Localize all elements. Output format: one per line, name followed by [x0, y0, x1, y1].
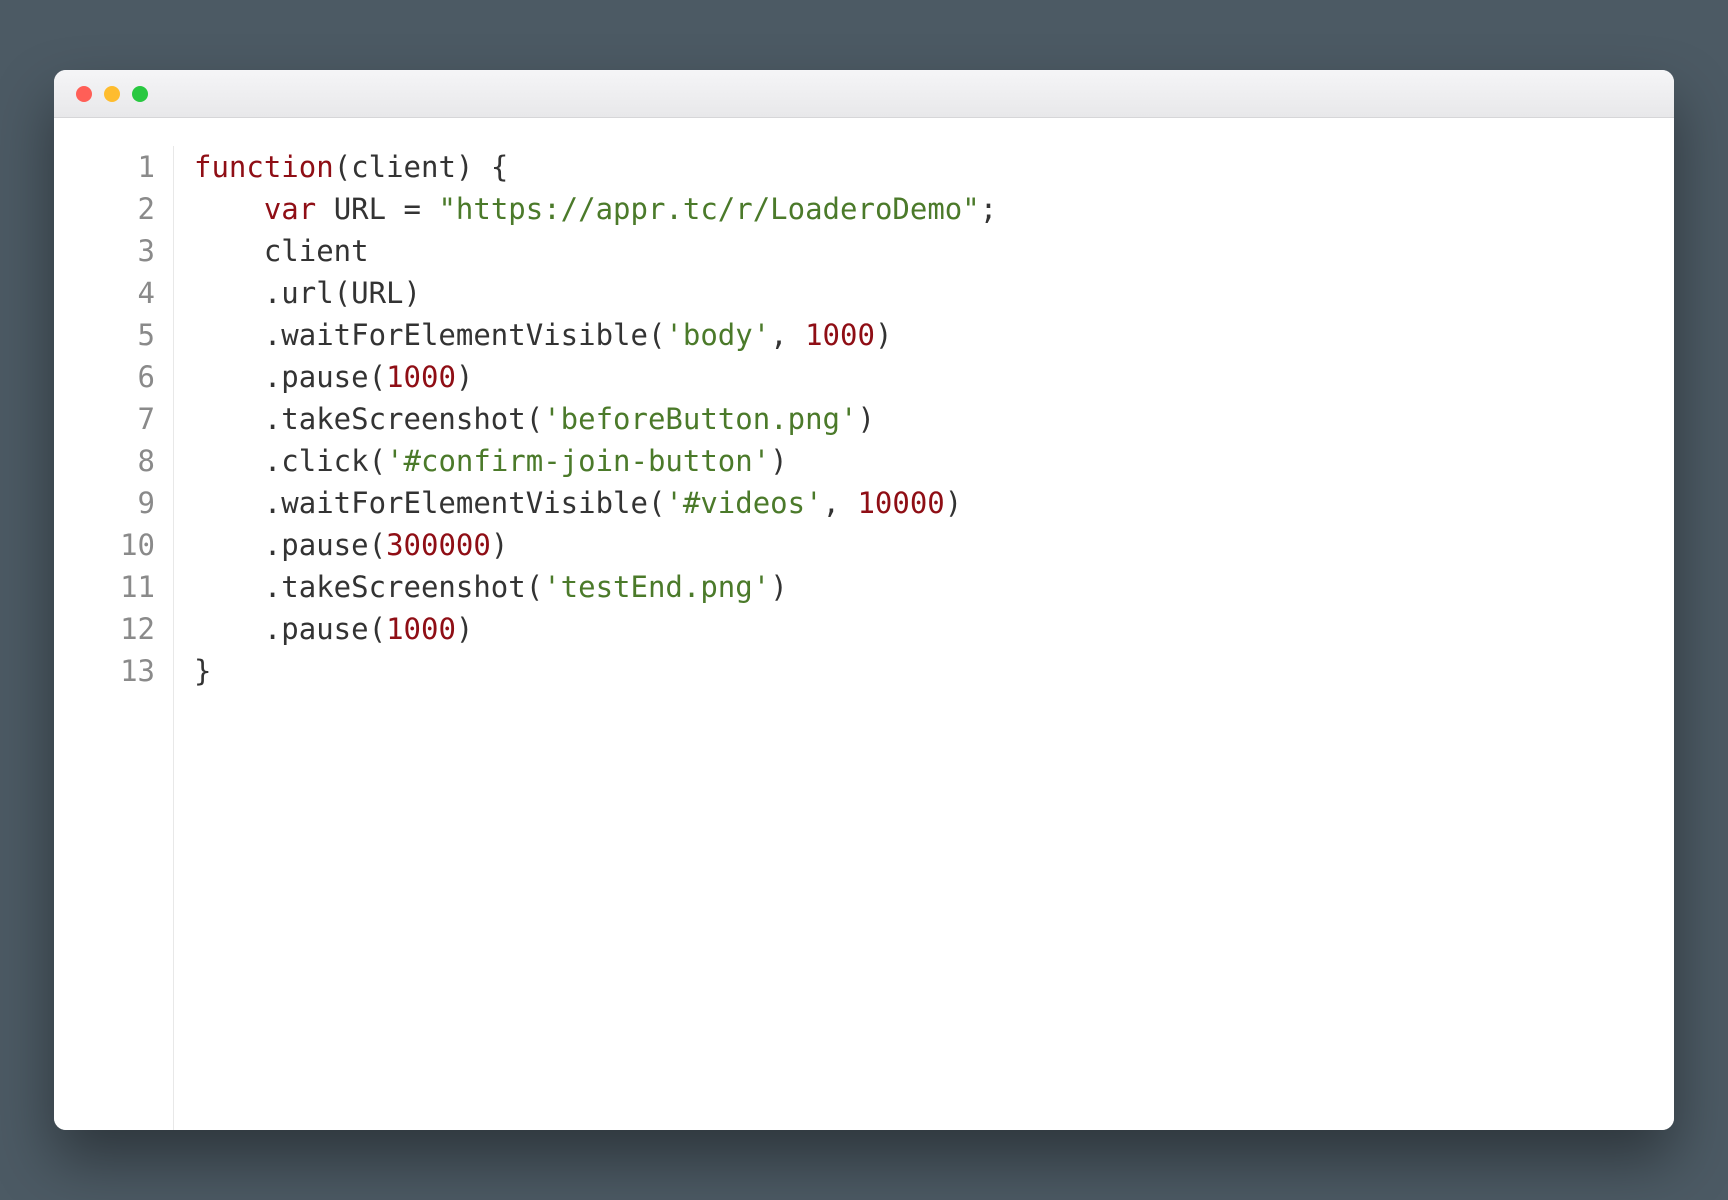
code-token: .waitForElementVisible(: [194, 318, 665, 352]
code-token: 300000: [386, 528, 491, 562]
code-line[interactable]: .url(URL): [194, 272, 1674, 314]
code-token: 1000: [386, 360, 456, 394]
code-line[interactable]: .waitForElementVisible('#videos', 10000): [194, 482, 1674, 524]
code-token: '#confirm-join-button': [386, 444, 770, 478]
code-token: (client) {: [334, 150, 509, 184]
line-number: 7: [54, 398, 155, 440]
code-token: [194, 192, 264, 226]
code-token: ): [456, 360, 473, 394]
code-token: .waitForElementVisible(: [194, 486, 665, 520]
code-line[interactable]: var URL = "https://appr.tc/r/LoaderoDemo…: [194, 188, 1674, 230]
code-token: 'testEnd.png': [543, 570, 770, 604]
code-line[interactable]: .pause(1000): [194, 356, 1674, 398]
code-token: }: [194, 654, 211, 688]
code-token: ): [456, 612, 473, 646]
code-token: .url(URL): [194, 276, 421, 310]
code-token: ): [857, 402, 874, 436]
line-number: 13: [54, 650, 155, 692]
code-token: var: [264, 192, 316, 226]
code-token: client: [194, 234, 369, 268]
code-token: .pause(: [194, 360, 386, 394]
code-token: ;: [980, 192, 997, 226]
code-token: .takeScreenshot(: [194, 402, 543, 436]
code-line[interactable]: .click('#confirm-join-button'): [194, 440, 1674, 482]
code-token: ): [875, 318, 892, 352]
code-token: 10000: [857, 486, 944, 520]
line-number-gutter: 12345678910111213: [54, 146, 174, 1130]
code-token: ): [770, 444, 787, 478]
code-token: ,: [770, 318, 805, 352]
code-token: 1000: [386, 612, 456, 646]
code-token: 'beforeButton.png': [543, 402, 857, 436]
code-token: function: [194, 150, 334, 184]
code-token: .pause(: [194, 528, 386, 562]
line-number: 8: [54, 440, 155, 482]
maximize-icon[interactable]: [132, 86, 148, 102]
code-content[interactable]: function(client) { var URL = "https://ap…: [174, 146, 1674, 1130]
code-line[interactable]: }: [194, 650, 1674, 692]
code-token: "https://appr.tc/r/LoaderoDemo": [438, 192, 979, 226]
code-token: URL =: [316, 192, 438, 226]
code-token: ): [770, 570, 787, 604]
line-number: 10: [54, 524, 155, 566]
line-number: 11: [54, 566, 155, 608]
code-token: ): [491, 528, 508, 562]
code-line[interactable]: .takeScreenshot('testEnd.png'): [194, 566, 1674, 608]
line-number: 6: [54, 356, 155, 398]
window-titlebar: [54, 70, 1674, 118]
line-number: 1: [54, 146, 155, 188]
code-line[interactable]: .takeScreenshot('beforeButton.png'): [194, 398, 1674, 440]
minimize-icon[interactable]: [104, 86, 120, 102]
code-token: 1000: [805, 318, 875, 352]
editor-area[interactable]: 12345678910111213 function(client) { var…: [54, 118, 1674, 1130]
code-editor-window: 12345678910111213 function(client) { var…: [54, 70, 1674, 1130]
close-icon[interactable]: [76, 86, 92, 102]
code-token: 'body': [665, 318, 770, 352]
line-number: 5: [54, 314, 155, 356]
line-number: 3: [54, 230, 155, 272]
code-token: '#videos': [665, 486, 822, 520]
code-line[interactable]: client: [194, 230, 1674, 272]
traffic-lights: [76, 86, 148, 102]
code-token: .click(: [194, 444, 386, 478]
code-token: .takeScreenshot(: [194, 570, 543, 604]
code-line[interactable]: function(client) {: [194, 146, 1674, 188]
code-line[interactable]: .pause(1000): [194, 608, 1674, 650]
line-number: 2: [54, 188, 155, 230]
code-line[interactable]: .pause(300000): [194, 524, 1674, 566]
line-number: 9: [54, 482, 155, 524]
line-number: 12: [54, 608, 155, 650]
code-token: ,: [823, 486, 858, 520]
code-token: .pause(: [194, 612, 386, 646]
code-line[interactable]: .waitForElementVisible('body', 1000): [194, 314, 1674, 356]
code-token: ): [945, 486, 962, 520]
line-number: 4: [54, 272, 155, 314]
